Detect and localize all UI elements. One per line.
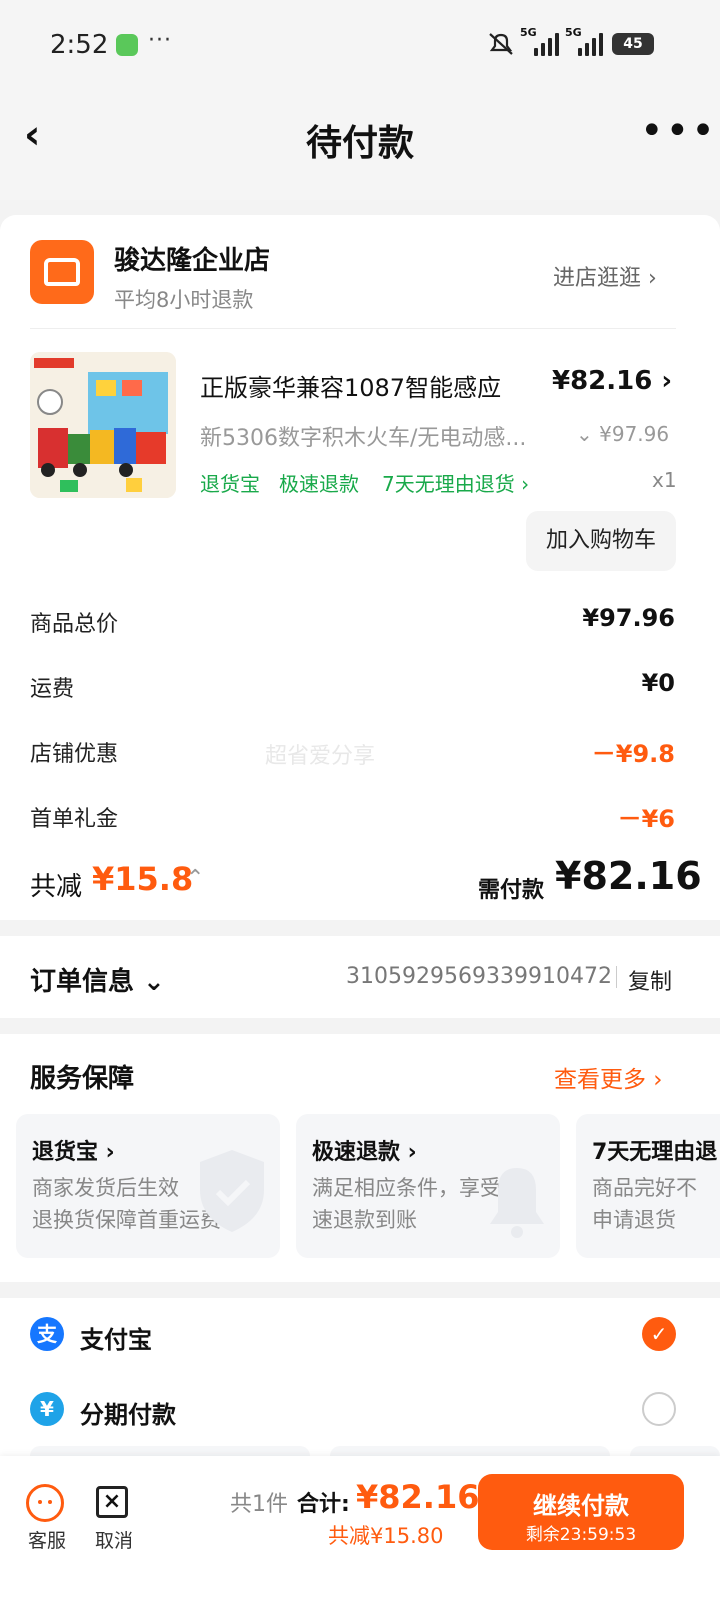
signal-icon [530,30,560,56]
cancel-label[interactable]: 取消 [95,1526,133,1553]
order-info-toggle[interactable]: 订单信息 ⌄ [30,961,165,998]
cancel-icon[interactable]: × [96,1486,128,1518]
separator [616,966,617,988]
page-title: 待付款 [305,123,414,164]
product-price[interactable]: ¥82.16 › [552,366,672,396]
battery-icon: 45 [612,33,654,55]
store-logo-icon[interactable] [30,240,94,304]
divider [30,328,676,329]
service-item-return-insurance[interactable]: 退货宝 › 商家发货后生效 退换货保障首重运费 [16,1114,280,1258]
continue-pay-button[interactable]: 继续付款 剩余23:59:53 [478,1474,684,1550]
alipay-icon: 支 [30,1317,64,1351]
chevron-up-icon[interactable]: ⌃ [186,866,204,891]
payment-option-alipay[interactable]: 支付宝 [80,1320,152,1355]
payment-option-installment[interactable]: 分期付款 [80,1395,176,1430]
mute-icon [486,32,516,56]
more-notifications-icon: ··· [148,28,172,53]
total-amount: ¥82.16 [356,1478,480,1516]
shipping-value: ¥0 [641,669,675,697]
copy-order-button[interactable]: 复制 [628,964,672,996]
continue-pay-label: 继续付款 [533,1492,629,1520]
amount-due-value: ¥82.16 [555,854,702,898]
service-item-title: 7天无理由退 [592,1140,718,1165]
shipping-label: 运费 [30,677,75,702]
product-title[interactable]: 正版豪华兼容1087智能感应 [200,368,501,403]
tag-fast-refund: 极速退款 [279,472,359,496]
installment-icon: ¥ [30,1392,64,1426]
total-saved-label: 共减 [30,872,83,902]
service-item-desc: 商品完好不 申请退货 [592,1176,697,1232]
bell-icon [490,1168,544,1238]
product-image[interactable] [30,352,176,498]
service-item-desc: 商家发货后生效 退换货保障首重运费 [32,1176,221,1232]
tag-return-insurance: 退货宝 [200,472,260,496]
shield-icon [200,1150,264,1232]
subtotal-label: 商品总价 [30,612,119,637]
bottom-saved-amount: 共减¥15.80 [328,1524,444,1548]
customer-service-icon[interactable] [26,1484,64,1522]
amount-due-label: 需付款 [478,878,545,903]
radio-unselected-icon[interactable] [642,1392,676,1426]
enter-store-link[interactable]: 进店逛逛 › [553,260,657,292]
service-item-fast-refund[interactable]: 极速退款 › 满足相应条件，享受极 速退款到账 [296,1114,560,1258]
service-item-title: 极速退款 › [312,1140,417,1165]
item-count: 共1件 [230,1492,288,1517]
product-quantity: x1 [652,468,677,492]
total-saved-amount[interactable]: ¥15.8 [92,860,193,898]
store-discount-label: 店铺优惠 [30,742,119,767]
checkmark-selected-icon[interactable]: ✓ [642,1317,676,1351]
original-price: ⌄ ¥97.96 [576,422,670,446]
more-button[interactable]: ••• [640,108,717,154]
store-name[interactable]: 骏达隆企业店 [114,240,270,277]
subtotal-value: ¥97.96 [582,604,675,632]
customer-service-label[interactable]: 客服 [28,1526,66,1553]
signal-icon-2 [574,30,604,56]
tag-7day-return[interactable]: 7天无理由退货 › [382,468,529,497]
wechat-notification-icon [116,34,138,56]
service-more-link[interactable]: 查看更多 › [554,1060,663,1094]
status-time: 2:52 [50,30,109,60]
pay-countdown: 剩余23:59:53 [525,1525,637,1545]
store-refund-info: 平均8小时退款 [114,288,254,312]
service-title: 服务保障 [30,1064,135,1094]
first-order-gift-label: 首单礼金 [30,807,119,832]
add-to-cart-button[interactable]: 加入购物车 [526,511,676,571]
product-spec[interactable]: 新5306数字积木火车/无电动感... [200,420,526,452]
first-order-gift-value: －¥6 [617,805,675,833]
service-item-title: 退货宝 › [32,1140,115,1165]
total-label: 合计: [297,1492,350,1517]
watermark: 超省爱分享 [265,744,376,769]
order-number: 3105929569339910472 [346,964,612,989]
service-item-7day-return[interactable]: 7天无理由退 商品完好不 申请退货 [576,1114,720,1258]
store-discount-value: －¥9.8 [591,740,675,768]
